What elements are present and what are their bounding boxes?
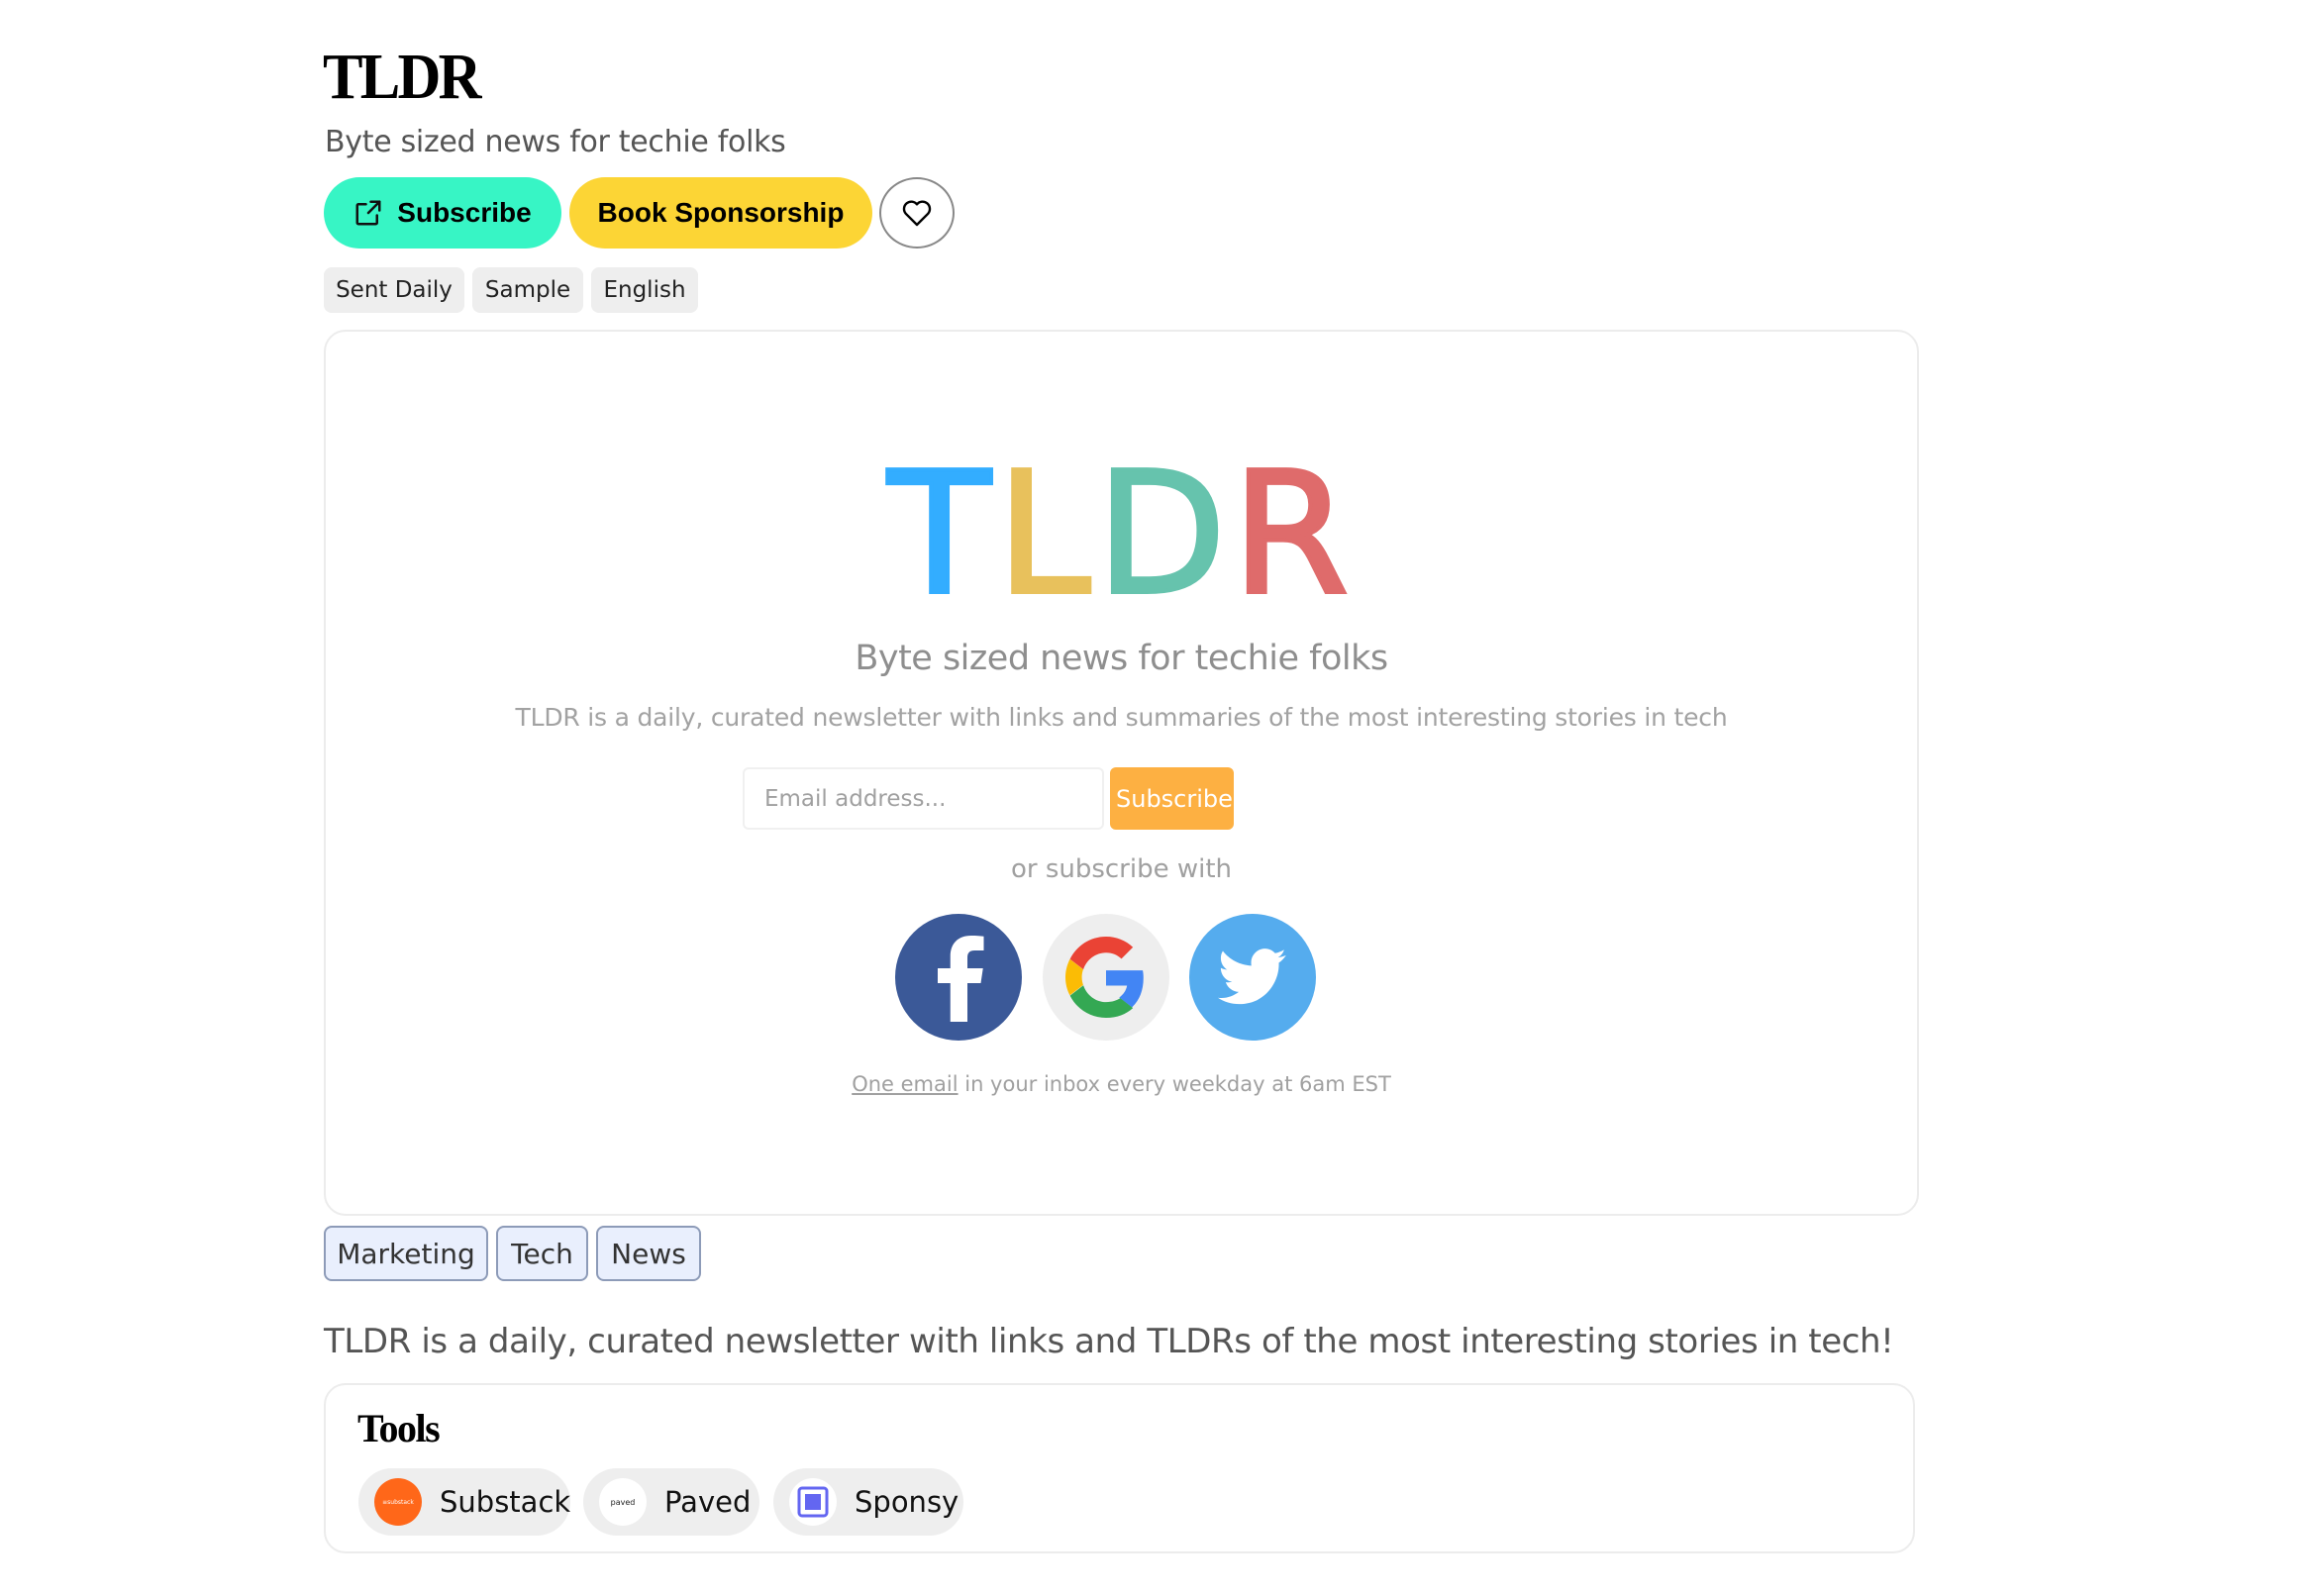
- favorite-button[interactable]: [879, 177, 955, 249]
- tag-language: English: [591, 267, 698, 313]
- newsletter-description: TLDR is a daily, curated newsletter with…: [324, 1322, 1894, 1361]
- tag-frequency: Sent Daily: [324, 267, 464, 313]
- category-tag-news[interactable]: News: [596, 1226, 701, 1281]
- subscribe-button[interactable]: Subscribe: [324, 177, 561, 249]
- logo-letter: T: [886, 437, 997, 633]
- preview-description: TLDR is a daily, curated newsletter with…: [515, 703, 1728, 732]
- tool-substack[interactable]: ≡substack Substack: [358, 1468, 570, 1536]
- sponsy-icon: [789, 1478, 837, 1526]
- facebook-icon: [929, 933, 988, 1022]
- tldr-logo: TLDR: [326, 437, 1917, 633]
- category-tag-marketing[interactable]: Marketing: [324, 1226, 488, 1281]
- newsletter-preview: TLDR Byte sized news for techie folks TL…: [324, 330, 1919, 1216]
- preview-footer: One email in your inbox every weekday at…: [326, 1072, 1917, 1096]
- tool-sponsy[interactable]: Sponsy: [773, 1468, 963, 1536]
- tools-heading: Tools: [357, 1406, 441, 1450]
- google-button[interactable]: [1043, 914, 1169, 1041]
- substack-icon: ≡substack: [374, 1478, 422, 1526]
- or-subscribe-with: or subscribe with: [1010, 854, 1233, 884]
- preview-tagline: Byte sized news for techie folks: [855, 639, 1388, 678]
- logo-letter: L: [995, 437, 1097, 633]
- logo-letter: D: [1094, 437, 1233, 633]
- site-subtitle: Byte sized news for techie folks: [325, 125, 786, 159]
- tool-label: Sponsy: [855, 1485, 959, 1519]
- heart-icon: [901, 198, 933, 228]
- twitter-button[interactable]: [1189, 914, 1316, 1041]
- tool-label: Substack: [440, 1485, 571, 1519]
- book-sponsorship-button[interactable]: Book Sponsorship: [569, 177, 872, 249]
- tools-section: Tools ≡substack Substack paved Paved Spo…: [324, 1383, 1915, 1553]
- category-tag-tech[interactable]: Tech: [496, 1226, 588, 1281]
- tag-sample[interactable]: Sample: [472, 267, 583, 313]
- site-title: TLDR: [323, 41, 481, 113]
- tool-label: Paved: [664, 1485, 752, 1519]
- twitter-icon: [1218, 948, 1287, 1007]
- preview-subscribe-button[interactable]: Subscribe: [1110, 767, 1234, 830]
- facebook-button[interactable]: [895, 914, 1022, 1041]
- email-input[interactable]: [743, 767, 1104, 830]
- logo-letter: R: [1230, 437, 1356, 633]
- paved-icon: paved: [599, 1478, 647, 1526]
- subscribe-button-label: Subscribe: [397, 197, 532, 228]
- tool-paved[interactable]: paved Paved: [583, 1468, 759, 1536]
- external-link-icon: [353, 198, 383, 228]
- google-icon: [1065, 937, 1147, 1018]
- one-email-link[interactable]: One email: [852, 1072, 958, 1096]
- footer-text: in your inbox every weekday at 6am EST: [958, 1072, 1391, 1096]
